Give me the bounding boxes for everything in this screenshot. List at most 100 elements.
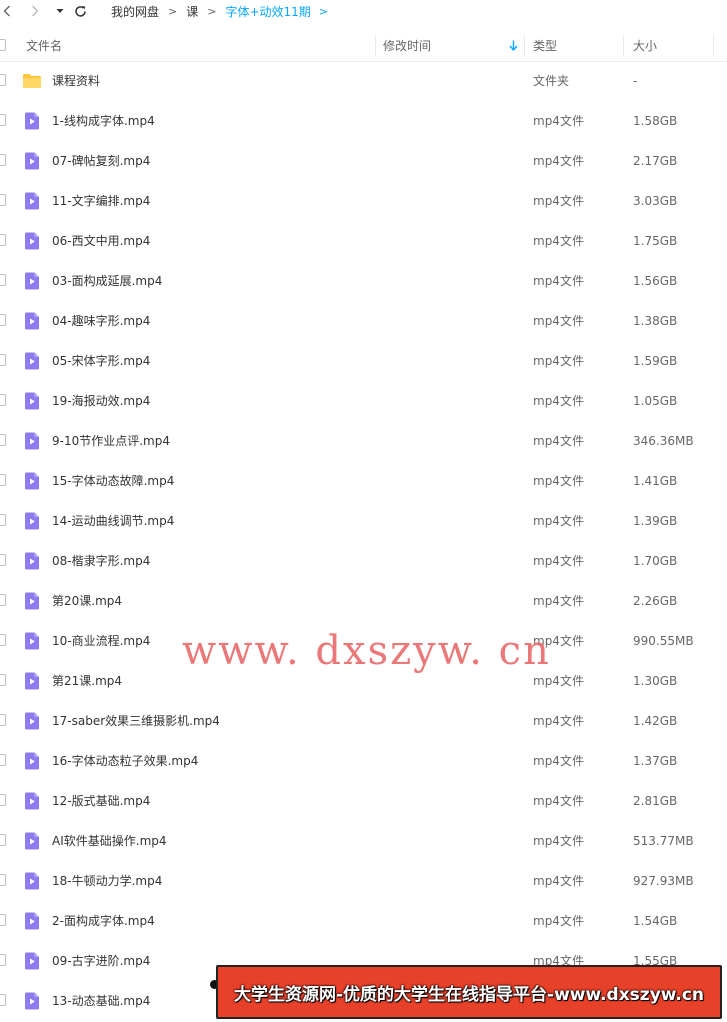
file-type: mp4文件	[533, 754, 584, 768]
file-name[interactable]: 15-字体动态故障.mp4	[52, 461, 174, 501]
row-checkbox[interactable]	[0, 474, 6, 486]
file-name[interactable]: 07-碑帖复刻.mp4	[52, 141, 150, 181]
header-name[interactable]: 文件名	[26, 30, 62, 61]
row-checkbox[interactable]	[0, 594, 6, 606]
file-size: 1.41GB	[633, 474, 678, 488]
file-name[interactable]: 14-运动曲线调节.mp4	[52, 501, 174, 541]
row-checkbox[interactable]	[0, 914, 6, 926]
file-size: 1.37GB	[633, 754, 678, 768]
file-row[interactable]: 9-10节作业点评.mp4 mp4文件 346.36MB	[0, 421, 727, 461]
file-name[interactable]: 2-面构成字体.mp4	[52, 901, 155, 941]
file-name[interactable]: 05-宋体字形.mp4	[52, 341, 150, 381]
row-checkbox[interactable]	[0, 994, 6, 1006]
row-checkbox[interactable]	[0, 314, 6, 326]
file-name[interactable]: 03-面构成延展.mp4	[52, 261, 162, 301]
breadcrumb-item-root[interactable]: 我的网盘	[111, 3, 159, 20]
row-checkbox[interactable]	[0, 754, 6, 766]
file-row[interactable]: 04-趣味字形.mp4 mp4文件 1.38GB	[0, 301, 727, 341]
select-all-checkbox[interactable]	[0, 39, 6, 51]
row-checkbox[interactable]	[0, 794, 6, 806]
file-name[interactable]: 19-海报动效.mp4	[52, 381, 150, 421]
sort-down-icon[interactable]	[509, 30, 518, 61]
row-checkbox[interactable]	[0, 394, 6, 406]
video-file-icon	[24, 912, 40, 930]
file-name[interactable]: 17-saber效果三维摄影机.mp4	[52, 701, 220, 741]
file-row[interactable]: 06-西文中用.mp4 mp4文件 1.75GB	[0, 221, 727, 261]
file-name[interactable]: 16-字体动态粒子效果.mp4	[52, 741, 198, 781]
row-checkbox[interactable]	[0, 954, 6, 966]
file-row[interactable]: 11-文字编排.mp4 mp4文件 3.03GB	[0, 181, 727, 221]
file-name[interactable]: 1-线构成字体.mp4	[52, 101, 155, 141]
refresh-button[interactable]	[71, 0, 89, 22]
header-type[interactable]: 类型	[533, 30, 557, 61]
banner-text: 大学生资源网-优质的大学生在线指导平台-www.dxszyw.cn	[233, 984, 705, 1005]
history-dropdown-button[interactable]	[54, 0, 66, 22]
file-row[interactable]: 05-宋体字形.mp4 mp4文件 1.59GB	[0, 341, 727, 381]
file-name[interactable]: 第20课.mp4	[52, 581, 122, 621]
file-row[interactable]: 07-碑帖复刻.mp4 mp4文件 2.17GB	[0, 141, 727, 181]
row-checkbox[interactable]	[0, 154, 6, 166]
file-row[interactable]: 2-面构成字体.mp4 mp4文件 1.54GB	[0, 901, 727, 941]
file-row[interactable]: 1-线构成字体.mp4 mp4文件 1.58GB	[0, 101, 727, 141]
row-checkbox[interactable]	[0, 714, 6, 726]
row-checkbox[interactable]	[0, 514, 6, 526]
file-size: 1.56GB	[633, 274, 678, 288]
file-row[interactable]: AI软件基础操作.mp4 mp4文件 513.77MB	[0, 821, 727, 861]
file-row[interactable]: 16-字体动态粒子效果.mp4 mp4文件 1.37GB	[0, 741, 727, 781]
row-checkbox[interactable]	[0, 274, 6, 286]
file-row[interactable]: 17-saber效果三维摄影机.mp4 mp4文件 1.42GB	[0, 701, 727, 741]
header-size[interactable]: 大小	[633, 30, 657, 61]
row-checkbox[interactable]	[0, 434, 6, 446]
file-name[interactable]: 04-趣味字形.mp4	[52, 301, 150, 341]
file-size: 1.75GB	[633, 234, 678, 248]
file-name[interactable]: 10-商业流程.mp4	[52, 621, 150, 661]
row-checkbox[interactable]	[0, 74, 6, 86]
row-checkbox[interactable]	[0, 354, 6, 366]
video-file-icon	[24, 192, 40, 210]
file-row[interactable]: 第20课.mp4 mp4文件 2.26GB	[0, 581, 727, 621]
file-type: mp4文件	[533, 194, 584, 208]
header-modified-time[interactable]: 修改时间	[383, 30, 431, 61]
file-name[interactable]: 11-文字编排.mp4	[52, 181, 150, 221]
row-checkbox[interactable]	[0, 114, 6, 126]
file-name[interactable]: 08-楷隶字形.mp4	[52, 541, 150, 581]
file-type: mp4文件	[533, 394, 584, 408]
row-checkbox[interactable]	[0, 674, 6, 686]
file-name[interactable]: 18-牛顿动力学.mp4	[52, 861, 162, 901]
header-divider	[524, 35, 525, 56]
breadcrumb-item-current[interactable]: 字体+动效11期	[225, 3, 310, 20]
row-checkbox[interactable]	[0, 874, 6, 886]
file-row[interactable]: 14-运动曲线调节.mp4 mp4文件 1.39GB	[0, 501, 727, 541]
row-checkbox[interactable]	[0, 834, 6, 846]
file-row[interactable]: 课程资料 文件夹 -	[0, 61, 727, 101]
file-type: mp4文件	[533, 594, 584, 608]
file-name[interactable]: AI软件基础操作.mp4	[52, 821, 167, 861]
file-name[interactable]: 9-10节作业点评.mp4	[52, 421, 170, 461]
file-row[interactable]: 08-楷隶字形.mp4 mp4文件 1.70GB	[0, 541, 727, 581]
file-type: mp4文件	[533, 514, 584, 528]
file-name[interactable]: 09-古字进阶.mp4	[52, 941, 150, 981]
file-name[interactable]: 12-版式基础.mp4	[52, 781, 150, 821]
file-type: mp4文件	[533, 354, 584, 368]
file-row[interactable]: 12-版式基础.mp4 mp4文件 2.81GB	[0, 781, 727, 821]
breadcrumb-separator-icon: >	[207, 4, 217, 18]
row-checkbox[interactable]	[0, 194, 6, 206]
header-divider	[375, 35, 376, 56]
forward-button[interactable]	[28, 0, 42, 22]
row-checkbox[interactable]	[0, 634, 6, 646]
file-row[interactable]: 19-海报动效.mp4 mp4文件 1.05GB	[0, 381, 727, 421]
breadcrumb-item-course[interactable]: 课	[186, 3, 198, 20]
file-name[interactable]: 课程资料	[52, 61, 100, 101]
file-row[interactable]: 15-字体动态故障.mp4 mp4文件 1.41GB	[0, 461, 727, 501]
file-list: 课程资料 文件夹 - 1-线构成字体.mp4 mp4文件 1.58GB 07-碑…	[0, 61, 727, 1021]
file-name[interactable]: 13-动态基础.mp4	[52, 981, 150, 1021]
file-row[interactable]: 03-面构成延展.mp4 mp4文件 1.56GB	[0, 261, 727, 301]
watermark-text: www. dxszyw. cn	[182, 628, 551, 674]
row-checkbox[interactable]	[0, 234, 6, 246]
file-type: mp4文件	[533, 234, 584, 248]
file-row[interactable]: 18-牛顿动力学.mp4 mp4文件 927.93MB	[0, 861, 727, 901]
row-checkbox[interactable]	[0, 554, 6, 566]
file-name[interactable]: 06-西文中用.mp4	[52, 221, 150, 261]
file-name[interactable]: 第21课.mp4	[52, 661, 122, 701]
back-button[interactable]	[0, 0, 14, 22]
